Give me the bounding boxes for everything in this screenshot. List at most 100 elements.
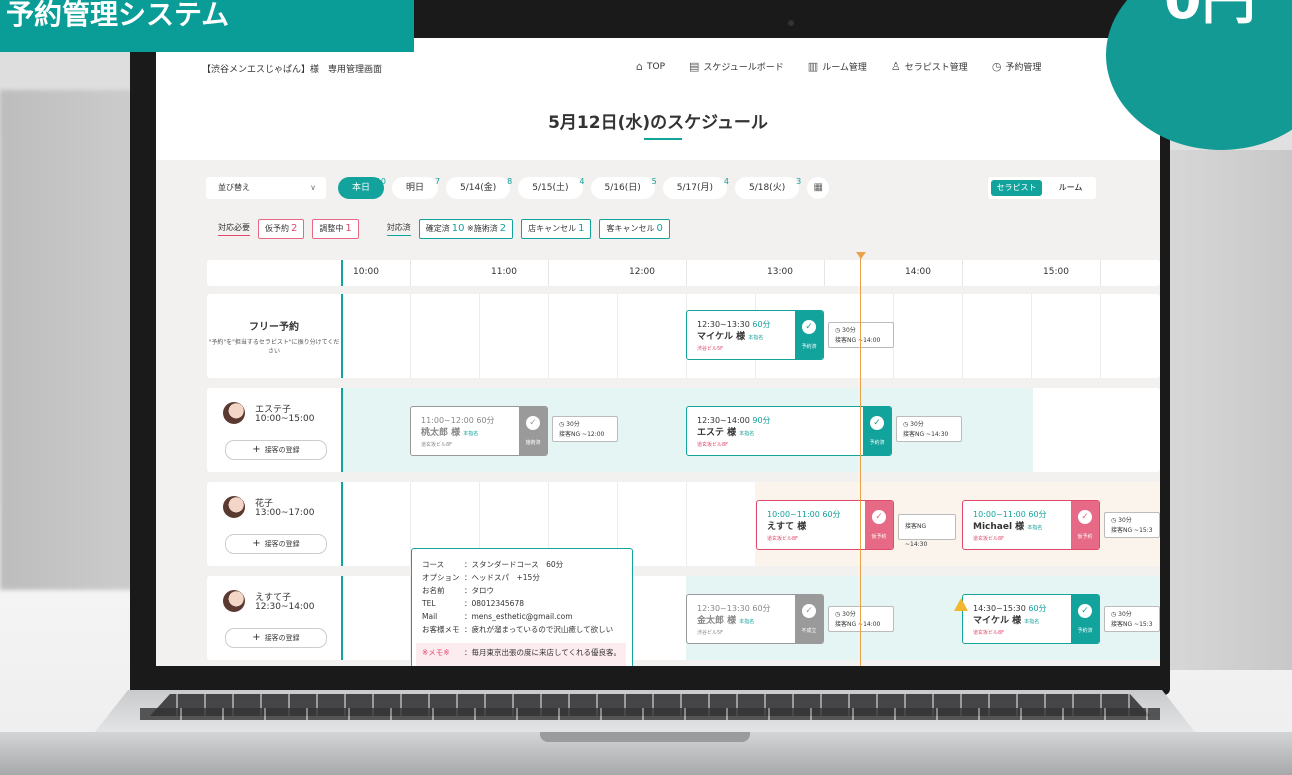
popup-key: ※メモ※ — [422, 648, 450, 657]
customer-name: マイケル 様 — [973, 616, 1022, 626]
date-label: 本日 — [352, 183, 371, 193]
app-screen: 【渋谷メンエスじゃぱん】様 専用管理画面 ⌂ TOP ▤ スケジュールボード ▥ ルー… — [156, 38, 1160, 666]
popup-key: コース — [422, 560, 445, 569]
nav-reservation[interactable]: ◷ 予約管理 — [992, 60, 1042, 73]
nav-label: セラピスト管理 — [904, 63, 968, 73]
timeline-header: 10:00 11:00 12:00 13:00 14:00 15:00 — [207, 260, 1160, 286]
date-tab-today[interactable]: 本日 10 — [338, 177, 386, 199]
card-place: 道玄坂ビル8F — [421, 442, 453, 448]
reservation-card[interactable]: 14:30~15:30 60分 マイケル 様 本指名 道玄坂ビル8F ✓ 予約済 — [962, 594, 1100, 644]
interval-ng: 接客NG ~14:30 — [905, 523, 928, 548]
chip-store-cancel[interactable]: 店キャンセル 1 — [521, 219, 592, 239]
chip-customer-cancel[interactable]: 客キャンセル 0 — [599, 219, 670, 239]
plus-icon: + — [252, 632, 261, 643]
date-tab-5-15[interactable]: 5/15(土) 4 — [518, 177, 585, 199]
register-service-button[interactable]: + 接客の登録 — [225, 628, 327, 648]
check-icon: ✓ — [1078, 604, 1092, 618]
toggle-room[interactable]: ルーム — [1045, 177, 1096, 199]
sort-select[interactable]: 並び替え ∨ — [206, 177, 326, 199]
grid-line — [617, 294, 618, 378]
card-customer: 桃太郎 様 本指名 — [421, 425, 478, 438]
site-title: 【渋谷メンエスじゃぱん】様 専用管理画面 — [202, 65, 383, 75]
customer-name: マイケル 様 — [697, 332, 746, 342]
calendar-icon[interactable]: ▦ — [807, 177, 830, 199]
grid-line — [1031, 294, 1032, 378]
card-place: 渋谷ビル5F — [697, 630, 724, 636]
toggle-therapist[interactable]: セラピスト — [991, 180, 1042, 196]
clock-icon: ◷ — [903, 421, 909, 428]
clipboard-icon: ▤ — [689, 60, 700, 73]
time-range: 12:30~13:30 — [697, 604, 750, 613]
half-hour-line — [824, 260, 825, 286]
card-place: 道玄坂ビル8F — [767, 536, 799, 542]
date-label: 5/16(日) — [604, 183, 641, 193]
interval-box: ◷ 30分 接客NG ~14:00 — [828, 606, 894, 632]
date-tab-5-14[interactable]: 5/14(金) 8 — [446, 177, 512, 199]
keyboard-keys-row — [140, 708, 1160, 720]
card-customer: マイケル 様 本指名 — [973, 613, 1039, 626]
chip-label: 店キャンセル — [528, 224, 577, 233]
plus-icon: + — [252, 538, 261, 549]
date-tab-5-16[interactable]: 5/16(日) 5 — [590, 177, 657, 199]
date-tab-5-17[interactable]: 5/17(月) 4 — [662, 177, 729, 199]
popup-name: お名前 ：タロウ — [422, 585, 494, 596]
reservation-detail-popup: コース ：スタンダードコース 60分 オプション ：ヘッドスパ +15分 お名前 ：タ… — [411, 548, 633, 666]
chip-label: 客キャンセル — [606, 224, 655, 233]
chip-extra-count: 2 — [499, 223, 507, 234]
register-service-button[interactable]: + 接客の登録 — [225, 534, 327, 554]
date-tab-tomorrow[interactable]: 明日 7 — [392, 177, 440, 199]
chip-count: 1 — [345, 223, 352, 234]
register-service-button[interactable]: + 接客の登録 — [225, 440, 327, 460]
duration: 90分 — [752, 416, 771, 425]
status-label: 予約済 — [869, 440, 885, 446]
chip-confirmed[interactable]: 確定済 10 ※施術済 2 — [418, 219, 514, 239]
reservation-card[interactable]: 10:00~11:00 60分 えすて 様 道玄坂ビル8F ✓ 仮予約 — [756, 500, 894, 550]
popup-value: ：08012345678 — [464, 599, 524, 608]
nav-therapist[interactable]: ♙ セラピスト管理 — [891, 60, 968, 73]
popup-mail: Mail ：mens_esthetic@gmail.com — [422, 611, 573, 622]
date-tab-5-18[interactable]: 5/18(火) 3 — [734, 177, 801, 199]
customer-name: 金太郎 様 — [697, 616, 737, 626]
popup-value: ：スタンダードコース 60分 — [464, 560, 564, 569]
check-icon: ✓ — [802, 604, 816, 618]
reservation-card[interactable]: 10:00~11:00 60分 Michael 様 本指名 道玄坂ビル8F ✓ 仮… — [962, 500, 1100, 550]
avatar — [223, 496, 245, 518]
interval-mins: 30分 — [1118, 611, 1132, 618]
chip-adjusting[interactable]: 調整中 1 — [312, 219, 359, 239]
title-underline — [644, 138, 682, 140]
time-range: 12:30~13:30 — [697, 320, 750, 329]
reservation-card[interactable]: 12:30~14:00 90分 エステ 様 本指名 道玄坂ビル8F ✓ 予約済 — [686, 406, 892, 456]
badge-text: 0円 — [1164, 0, 1256, 27]
chip-label: 調整中 — [319, 224, 344, 233]
popup-value: ：疲れが溜まっているので沢山癒して欲しい — [464, 625, 614, 634]
date-count: 4 — [579, 177, 585, 186]
card-place: 道玄坂ビル8F — [973, 536, 1005, 542]
status-panel: ✓ 予約済 — [1071, 595, 1099, 643]
interval-box: ◷ 30分 接客NG ~14:30 — [896, 416, 962, 442]
chip-provisional[interactable]: 仮予約 2 — [258, 219, 305, 239]
designation-tag: 本指名 — [1027, 525, 1043, 531]
reservation-card[interactable]: 12:30~13:30 60分 マイケル 様 本指名 渋谷ビル5F ✓ 予約済 — [686, 310, 824, 360]
chevron-down-icon: ∨ — [310, 183, 316, 192]
background-blur-right — [1152, 150, 1292, 670]
grid-line — [962, 294, 963, 378]
nav-label: ルーム管理 — [822, 63, 867, 73]
clock-icon: ◷ — [991, 60, 1002, 73]
interval-box: ◷ 30分 接客NG ~12:00 — [552, 416, 618, 442]
nav-room[interactable]: ▥ ルーム管理 — [808, 60, 867, 73]
card-customer: えすて 様 — [767, 519, 806, 532]
chip-count: 2 — [291, 223, 298, 234]
time-range: 14:30~15:30 — [973, 604, 1026, 613]
reservation-card[interactable]: 12:30~13:30 60分 金太郎 様 本指名 渋谷ビル5F ✓ 不成立 — [686, 594, 824, 644]
customer-name: 桃太郎 様 — [421, 428, 461, 438]
nav-top[interactable]: ⌂ TOP — [636, 60, 665, 73]
hour-label: 11:00 — [491, 267, 517, 277]
reservation-card[interactable]: 11:00~12:00 60分 桃太郎 様 本指名 道玄坂ビル8F ✓ 施術済 — [410, 406, 548, 456]
customer-name: Michael 様 — [973, 522, 1025, 532]
chip-label: 仮予約 — [265, 224, 289, 233]
date-label: 5/17(月) — [676, 183, 713, 193]
nav-schedule-board[interactable]: ▤ スケジュールボード — [689, 60, 784, 73]
button-label: 接客の登録 — [264, 540, 300, 548]
hour-label: 15:00 — [1043, 267, 1069, 277]
date-label: 5/14(金) — [460, 183, 497, 193]
